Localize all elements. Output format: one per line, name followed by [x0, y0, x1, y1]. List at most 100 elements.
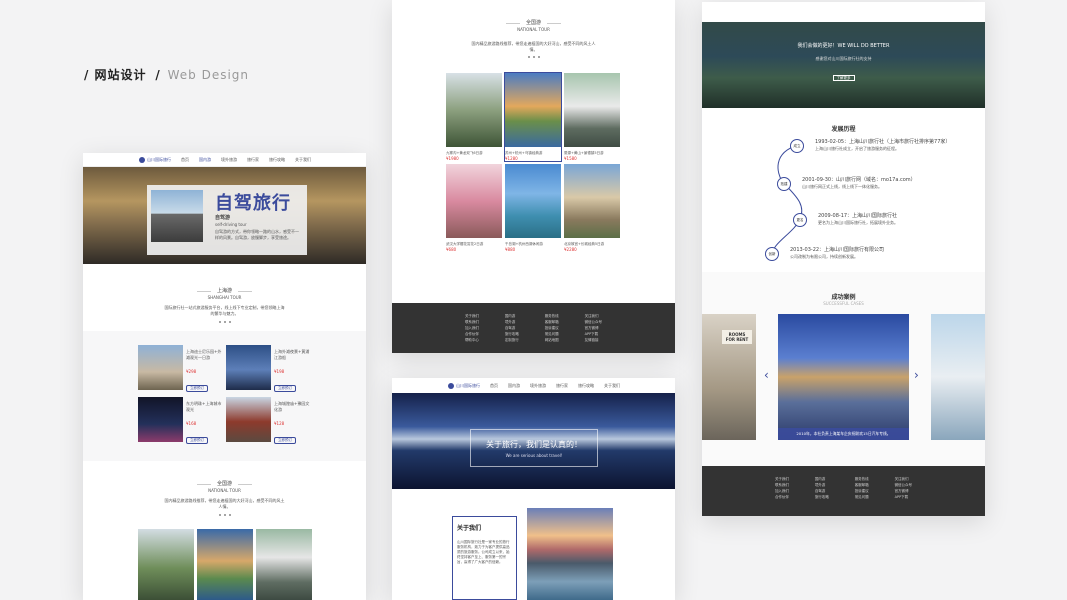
- nav-item[interactable]: 旅行家: [556, 383, 568, 389]
- timeline-node[interactable]: 创新: [765, 247, 779, 261]
- tour-image-tower[interactable]: [138, 397, 183, 442]
- tour-image-castle[interactable]: [138, 345, 183, 390]
- tour-image-lake[interactable]: [197, 529, 253, 600]
- book-button[interactable]: 立即预订: [186, 385, 208, 392]
- nav-item[interactable]: 关于我们: [604, 383, 620, 389]
- rp-hero-sub: 感谢您对山川国际旅行社的支持: [815, 56, 872, 61]
- section2-en: NATIONAL TOUR: [208, 488, 241, 493]
- mb-hero-en: We are serious about travel!: [505, 453, 563, 458]
- footer-link[interactable]: 网站地图: [545, 337, 559, 343]
- card-price: ¥1280: [505, 156, 518, 161]
- about-title: 关于我们: [457, 525, 482, 532]
- national-grid: 九寨沟+黄龙双飞6日游 ¥1980 苏州+杭州+乌镇经典游 ¥1280 婺源+黄山+…: [446, 73, 622, 252]
- footer-link[interactable]: 合作伙伴: [775, 494, 789, 500]
- history-date: 2013-03-22：上海山川国际旅行有限公司: [790, 247, 885, 253]
- tour-image-mountain[interactable]: [138, 529, 194, 600]
- section2: 全国游 NATIONAL TOUR 国内精品旅游路线推荐，带您走遍祖国的大好河山…: [83, 461, 366, 516]
- tour-card[interactable]: 千岛湖+杭州西湖休闲游 ¥880: [505, 164, 561, 252]
- brand-label: / 网站设计 / Web Design: [84, 66, 249, 83]
- about-image-mountain: [527, 508, 613, 600]
- section1-grid: 上海迪士尼乐园+外滩观光一日游 ¥298 立即预订 上海外滩夜景+黄浦江游船 ¥…: [83, 331, 366, 461]
- tour-title: 上海迪士尼乐园+外滩观光一日游: [186, 349, 222, 360]
- hero-desc: 自驾游的方式，带你领略一路的山水，感受不一样的风景。自驾游，放慢脚步，享受旅途。: [215, 229, 299, 240]
- nav-item[interactable]: 关于我们: [295, 157, 311, 163]
- section2-title: 全国游: [216, 481, 232, 487]
- cases-section: 成功案例 SUCCESSFUL CASES ROOMS FOR RENT 201…: [702, 272, 985, 466]
- timeline-node[interactable]: 成立: [790, 139, 804, 153]
- card-price: ¥680: [446, 247, 457, 252]
- footer-link[interactable]: 定制旅行: [505, 337, 519, 343]
- brand-slash: /: [155, 68, 161, 82]
- book-button[interactable]: 立即预订: [186, 437, 208, 444]
- nav-item[interactable]: 国内游: [199, 157, 211, 163]
- footer-link[interactable]: 旅行攻略: [815, 494, 829, 500]
- history-desc: 更名为上海山川国际旅行社，拓展境外业务。: [818, 220, 898, 225]
- carousel-dots[interactable]: [392, 56, 675, 58]
- tour-image-bund[interactable]: [226, 345, 271, 390]
- case-main-image[interactable]: 2010年，本社负责上海某车企庆祝联欢15日汽车专线。: [778, 314, 909, 440]
- national-desc: 国内精品旅游路线推荐，带您走遍祖国的大好河山，感受不同的风土人情。: [471, 41, 596, 52]
- tour-card[interactable]: 婺源+黄山+景德镇5日游 ¥1580: [564, 73, 620, 161]
- brand-suffix: Web Design: [167, 68, 250, 82]
- footer-link[interactable]: APP下载: [895, 494, 913, 500]
- nav-item[interactable]: 境外旅游: [221, 157, 237, 163]
- national-title: 全国游: [525, 20, 541, 26]
- section2-desc: 国内精品旅游路线推荐，带您走遍祖国的大好河山，感受不同的风土人情。: [164, 498, 285, 509]
- carousel-dots[interactable]: [83, 514, 366, 516]
- tour-card[interactable]: 苏州+杭州+乌镇经典游 ¥1280: [505, 73, 561, 161]
- history-desc: 公司改制为有限公司，持续创新发展。: [790, 254, 858, 259]
- tour-card[interactable]: 北京故宫+长城经典5日游 ¥2280: [564, 164, 620, 252]
- book-button[interactable]: 立即预订: [274, 385, 296, 392]
- national-en: NATIONAL TOUR: [517, 27, 550, 32]
- logo-text: 山川国际旅行: [456, 382, 480, 388]
- nav-item[interactable]: 国内游: [508, 383, 520, 389]
- nav-item[interactable]: 旅行攻略: [578, 383, 594, 389]
- cases-title: 成功案例: [831, 294, 856, 301]
- nav-item[interactable]: 旅行攻略: [269, 157, 285, 163]
- carousel-dots[interactable]: [83, 321, 366, 323]
- timeline-node[interactable]: 更名: [793, 213, 807, 227]
- next-arrow-icon[interactable]: ›: [914, 368, 919, 382]
- case-side-left: ROOMS FOR RENT: [702, 314, 756, 440]
- history-timeline: 成立 拓建 更名 创新 1993-02-05：上海山川旅行社（上海市旅行社排序第…: [702, 133, 985, 293]
- prev-arrow-icon[interactable]: ‹: [764, 368, 769, 382]
- tour-price: ¥168: [186, 421, 197, 426]
- card-price: ¥880: [505, 247, 516, 252]
- hero-title: 自驾旅行: [215, 193, 291, 214]
- footer-link[interactable]: 帮助中心: [465, 337, 479, 343]
- tour-price: ¥298: [186, 369, 197, 374]
- left-navbar: 山川国际旅行 首页 国内游 境外旅游 旅行家 旅行攻略 关于我们: [83, 153, 366, 167]
- tour-card[interactable]: 武汉大学樱花赏花2日游 ¥680: [446, 164, 502, 252]
- hero-panel: 自驾旅行 自驾游 self-driving tour 自驾游的方式，带你领略一路…: [147, 185, 307, 255]
- case-caption: 2010年，本社负责上海某车企庆祝联欢15日汽车专线。: [778, 428, 909, 440]
- footer-link[interactable]: 常见问题: [855, 494, 869, 500]
- about-section: 关于我们 山川国际旅行社是一家专业的旅行服务机构，致力于为客户提供高品质的旅游服…: [452, 516, 517, 600]
- history-date: 2009-08-17：上海山川国际旅行社: [818, 213, 898, 219]
- tour-card[interactable]: 九寨沟+黄龙双飞6日游 ¥1980: [446, 73, 502, 161]
- card-image: [564, 164, 620, 238]
- card-image: [505, 73, 561, 147]
- rp-hero-line: 我们会做的更好！WE WILL DO BETTER: [797, 43, 890, 49]
- footer-link[interactable]: 友情链接: [585, 337, 603, 343]
- tour-title: 上海外滩夜景+黄浦江游船: [274, 349, 310, 360]
- nav-item[interactable]: 旅行家: [247, 157, 259, 163]
- nav-item[interactable]: 首页: [490, 383, 498, 389]
- timeline-node[interactable]: 拓建: [777, 177, 791, 191]
- nav-item[interactable]: 境外旅游: [530, 383, 546, 389]
- history-date: 2001-09-30：山川旅行网（域名：mo17a.com）: [802, 177, 916, 183]
- cases-en: SUCCESSFUL CASES: [823, 301, 864, 306]
- section1-desc: 国际旅行社一站式旅游服务平台，线上线下专业定制，带您领略上海的繁华与魅力。: [164, 305, 285, 316]
- hero-road-image: [151, 190, 203, 242]
- logo-icon: [448, 382, 454, 389]
- middle-top-mockup: 全国游 NATIONAL TOUR 国内精品旅游路线推荐，带您走遍祖国的大好河山…: [392, 0, 675, 353]
- book-button[interactable]: 立即预订: [274, 437, 296, 444]
- about-text: 山川国际旅行社是一家专业的旅行服务机构，致力于为客户提供高品质的旅游服务。公司成…: [457, 540, 510, 564]
- card-price: ¥1980: [446, 156, 459, 161]
- tour-image-village[interactable]: [256, 529, 312, 600]
- nav-item[interactable]: 首页: [181, 157, 189, 163]
- middle-bottom-mockup: 山川国际旅行 首页 国内游 境外旅游 旅行家 旅行攻略 关于我们 关于旅行，我们…: [392, 378, 675, 600]
- tour-image-temple[interactable]: [226, 397, 271, 442]
- rp-hero-button[interactable]: 了解更多: [832, 75, 855, 81]
- right-footer: 关于我们 联系我们 加入我们 合作伙伴 国内游 境外游 自驾游 旅行攻略 服务热线 客服邮箱投…: [702, 466, 985, 516]
- middle-footer: 关于我们 联系我们 加入我们 合作伙伴 帮助中心 国内游 境外游 自驾游 旅行攻略 定制旅行 服…: [392, 303, 675, 353]
